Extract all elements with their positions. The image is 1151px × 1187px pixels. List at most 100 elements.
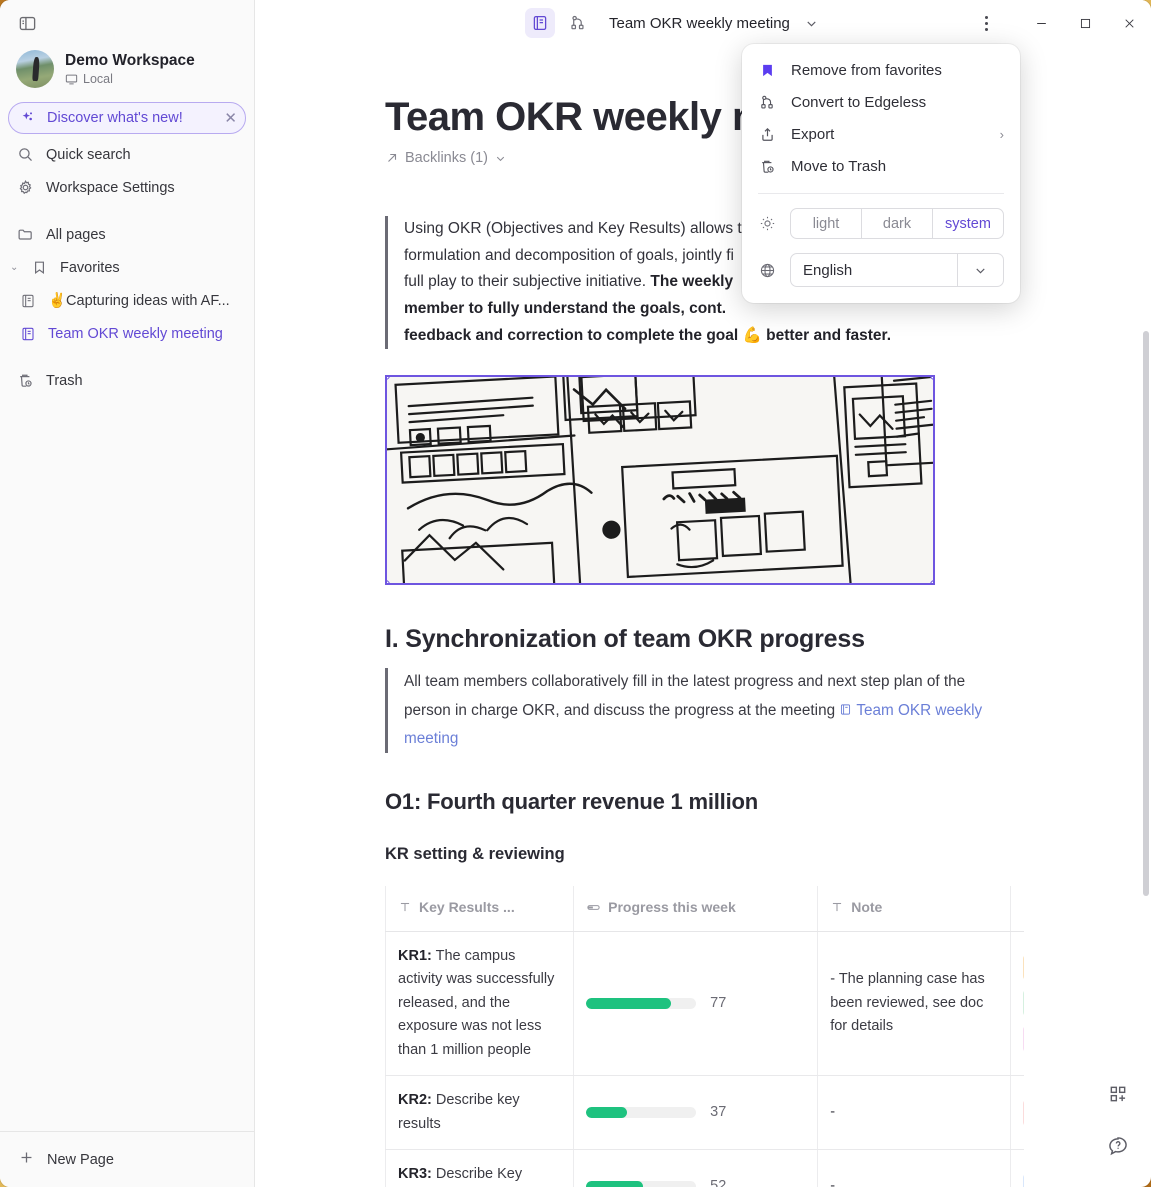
- sidebar-item-quick-search-label: Quick search: [46, 146, 131, 163]
- scrollbar-thumb[interactable]: [1143, 331, 1149, 896]
- sidebar-item-trash[interactable]: Trash: [8, 364, 246, 397]
- cell-progress[interactable]: 77: [573, 931, 819, 1077]
- more-options-button[interactable]: [969, 6, 1003, 40]
- plan-tag[interactable]: Record specific: [1023, 1172, 1024, 1187]
- sidebar-item-all-pages-label: All pages: [46, 226, 106, 243]
- cell-note[interactable]: -: [817, 1075, 1012, 1151]
- progress-bar[interactable]: [586, 1107, 697, 1119]
- cell-key-result[interactable]: KR1: The campus activity was successfull…: [384, 931, 575, 1077]
- menu-item-export[interactable]: Export ›: [742, 118, 1020, 150]
- sidebar-item-favorites[interactable]: ⌄ Favorites: [10, 251, 246, 284]
- workspace-selector[interactable]: Demo Workspace Local: [0, 46, 254, 98]
- menu-item-label: Convert to Edgeless: [791, 93, 927, 111]
- plan-tag[interactable]: Completion of b: [1023, 953, 1024, 982]
- titlebar: Team OKR weekly meeting: [255, 0, 1151, 46]
- plan-tag[interactable]: Need approval o: [1023, 1025, 1024, 1054]
- text-type-icon: [400, 903, 410, 912]
- minimize-button[interactable]: [1019, 0, 1063, 46]
- cell-progress[interactable]: 37: [573, 1075, 819, 1151]
- edgeless-mode-icon[interactable]: [563, 8, 593, 38]
- page-mode-icon[interactable]: [525, 8, 555, 38]
- progress-value: 77: [710, 994, 727, 1011]
- cell-plans[interactable]: Other stuffs: [1010, 1075, 1024, 1151]
- sun-icon: [758, 215, 776, 232]
- progress-bar[interactable]: [586, 997, 697, 1009]
- menu-item-convert-to-edgeless[interactable]: Convert to Edgeless: [742, 86, 1020, 118]
- column-header-note[interactable]: Note: [817, 886, 1012, 932]
- cell-key-result[interactable]: KR2: Describe key results: [384, 1075, 575, 1151]
- cell-progress[interactable]: 52: [573, 1149, 819, 1187]
- resize-handle-bottom-left[interactable]: [387, 580, 390, 584]
- sidebar-item-favorites-label: Favorites: [60, 259, 120, 276]
- cell-key-result[interactable]: KR3: Describe Key Results: [384, 1149, 575, 1187]
- quote-bold-4: member to fully understand the goals, co…: [404, 299, 727, 317]
- cell-note[interactable]: - The planning case has been reviewed, s…: [817, 931, 1012, 1077]
- theme-option-light[interactable]: light: [791, 209, 862, 238]
- column-label-note: Note: [851, 899, 883, 916]
- titlebar-doc-title: Team OKR weekly meeting: [609, 14, 790, 32]
- menu-item-label: Move to Trash: [791, 157, 887, 175]
- sidebar: Demo Workspace Local Discover what's new…: [0, 0, 255, 1187]
- cell-plans[interactable]: Completion of b Started piloting Need ap…: [1010, 931, 1024, 1077]
- sidebar-item-discover[interactable]: Discover what's new! ✕: [8, 102, 246, 134]
- sidebar-item-team-okr-label: Team OKR weekly meeting: [48, 325, 223, 342]
- image-block-selected[interactable]: [385, 375, 935, 586]
- menu-item-label: Remove from favorites: [791, 61, 942, 79]
- plan-tag[interactable]: Started piloting: [1023, 989, 1024, 1018]
- title-chevron-down-icon[interactable]: [804, 16, 819, 31]
- chevron-down-icon[interactable]: [957, 254, 1003, 286]
- bookmark-filled-icon: [758, 61, 776, 79]
- language-value: English: [803, 261, 853, 279]
- theme-segmented-control[interactable]: light dark system: [790, 208, 1004, 239]
- language-select[interactable]: English: [790, 253, 1004, 287]
- new-page-button[interactable]: New Page: [0, 1131, 255, 1187]
- sidebar-item-quick-search[interactable]: Quick search: [8, 138, 246, 171]
- column-header-progress[interactable]: Progress this week: [573, 886, 819, 932]
- help-icon[interactable]: [1099, 1127, 1137, 1165]
- sidebar-item-team-okr-weekly-meeting[interactable]: Team OKR weekly meeting: [10, 317, 246, 350]
- arrow-up-right-icon: [388, 153, 397, 162]
- backlinks-label: Backlinks (1): [405, 150, 488, 166]
- kr-label: KR2:: [398, 1092, 432, 1109]
- menu-item-label: Export: [791, 125, 835, 143]
- section-heading-1[interactable]: I. Synchronization of team OKR progress: [385, 625, 1024, 654]
- sidebar-item-workspace-settings[interactable]: Workspace Settings: [8, 171, 246, 204]
- kr-database-table: Key Results ... Progress this week Note …: [384, 886, 1024, 1187]
- chevron-down-icon[interactable]: ⌄: [10, 262, 22, 273]
- plus-icon: [18, 1149, 35, 1170]
- sidebar-toggle-icon[interactable]: [12, 8, 42, 38]
- theme-option-dark[interactable]: dark: [862, 209, 933, 238]
- sidebar-item-all-pages[interactable]: All pages: [8, 218, 246, 251]
- theme-option-system[interactable]: system: [933, 209, 1003, 238]
- page-icon: [18, 324, 37, 343]
- sidebar-item-capturing-ideas[interactable]: ✌️Capturing ideas with AF...: [10, 284, 246, 317]
- quote-bold-3: The weekly: [650, 273, 734, 291]
- content-scrollbar[interactable]: [1143, 46, 1149, 1187]
- table-row[interactable]: KR3: Describe Key Results 52 - Record sp…: [384, 1149, 1024, 1187]
- kr-label: KR3:: [398, 1166, 432, 1183]
- sidebar-item-discover-label: Discover what's new!: [47, 110, 183, 126]
- progress-bar[interactable]: [586, 1181, 697, 1187]
- cell-plans[interactable]: Record specific: [1010, 1149, 1024, 1187]
- all-docs-add-icon[interactable]: [1099, 1075, 1137, 1113]
- menu-item-move-to-trash[interactable]: Move to Trash: [742, 150, 1020, 182]
- close-button[interactable]: [1107, 0, 1151, 46]
- resize-handle-bottom-right[interactable]: [930, 580, 933, 584]
- column-label-key-results: Key Results ...: [419, 899, 515, 916]
- kr-setting-heading[interactable]: KR setting & reviewing: [385, 845, 1024, 864]
- floating-toolbar: [1099, 1075, 1137, 1165]
- text-type-icon: [833, 903, 842, 912]
- column-header-plans[interactable]: Plans: [1010, 886, 1024, 932]
- table-row[interactable]: KR1: The campus activity was successfull…: [384, 931, 1024, 1077]
- progress-type-icon: [587, 904, 600, 910]
- objective-heading[interactable]: O1: Fourth quarter revenue 1 million: [385, 789, 1024, 815]
- column-header-key-results[interactable]: Key Results ...: [384, 886, 575, 932]
- table-row[interactable]: KR2: Describe key results 37 - Other stu…: [384, 1075, 1024, 1151]
- menu-item-remove-from-favorites[interactable]: Remove from favorites: [742, 54, 1020, 86]
- cell-note[interactable]: -: [817, 1149, 1012, 1187]
- quote-line-1: Using OKR (Objectives and Key Results) a…: [404, 220, 751, 237]
- plan-tag[interactable]: Other stuffs: [1023, 1098, 1024, 1127]
- section-1-quote-block[interactable]: All team members collaboratively fill in…: [385, 668, 1011, 754]
- close-icon[interactable]: ✕: [224, 111, 237, 126]
- maximize-button[interactable]: [1063, 0, 1107, 46]
